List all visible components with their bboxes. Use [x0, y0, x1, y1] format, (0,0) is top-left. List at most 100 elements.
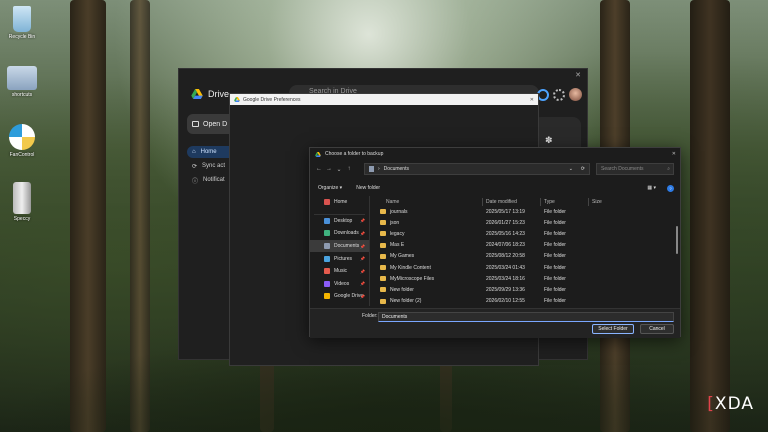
xda-bracket-icon: [	[707, 394, 715, 414]
nav-item-label: Music	[334, 268, 348, 275]
nav-item-pictures[interactable]: Pictures 📌	[310, 252, 369, 265]
close-icon[interactable]: ✕	[530, 97, 534, 103]
desktop-icon-speccy[interactable]: Speccy	[2, 182, 42, 222]
folder-open-icon	[192, 121, 199, 127]
nav-item-label: Home	[334, 199, 348, 206]
cancel-button[interactable]: Cancel	[640, 324, 674, 334]
pin-icon: 📌	[360, 243, 365, 249]
refresh-icon[interactable]: ⟳	[581, 166, 585, 172]
pictures-icon	[324, 255, 330, 262]
desktop-icon-label: Speccy	[13, 216, 31, 222]
home-icon: ⌂	[192, 149, 196, 155]
table-row[interactable]: legacy 2025/05/16 14:23 File folder	[372, 228, 674, 239]
file-type: File folder	[544, 242, 566, 249]
back-arrow-icon[interactable]: ←	[314, 166, 324, 172]
picker-toolbar: Organize ▾ New folder ▦ ▾ ?	[310, 182, 680, 194]
file-list: Name Date modified Type Size journals 20…	[372, 196, 674, 306]
nav-item-desktop[interactable]: Desktop 📌	[310, 215, 369, 228]
watermark-text: XDA	[714, 394, 754, 414]
sync-icon: ⟳	[192, 163, 198, 170]
desktop-icon-fancontrol[interactable]: FanControl	[2, 124, 42, 158]
nav-item-music[interactable]: Music 📌	[310, 265, 369, 278]
folder-icon	[380, 287, 386, 293]
file-name: Mas E	[390, 242, 405, 249]
folder-icon	[380, 265, 386, 271]
pin-icon: 📌	[360, 293, 365, 299]
scrollbar[interactable]	[676, 226, 678, 254]
sidebar-item-label: Notificat	[203, 177, 225, 183]
nav-item-downloads[interactable]: Downloads 📌	[310, 227, 369, 240]
organize-button[interactable]: Organize ▾	[318, 185, 342, 191]
file-name: journals	[390, 208, 408, 215]
sidebar-item-label: Home	[200, 149, 217, 155]
file-name: New folder (2)	[390, 298, 422, 305]
table-row[interactable]: journals 2025/05/17 13:19 File folder	[372, 206, 674, 217]
search-icon: ⌕	[667, 166, 670, 172]
pin-icon: 📌	[360, 256, 365, 262]
table-row[interactable]: New folder 2025/09/29 13:36 File folder	[372, 284, 674, 295]
file-date: 2026/01/27 15:23	[486, 219, 525, 226]
table-row[interactable]: My Games 2025/08/12 20:58 File folder	[372, 251, 674, 262]
preferences-title: Google Drive Preferences	[243, 96, 301, 103]
file-type: File folder	[544, 219, 566, 226]
illustration-icon: ✽	[545, 135, 553, 145]
desktop-icon-label: Recycle Bin	[8, 34, 36, 40]
up-arrow-icon[interactable]: ↑	[344, 166, 354, 172]
header-divider	[482, 198, 483, 206]
desktop-icon-shortcuts[interactable]: shortcuts	[2, 66, 42, 98]
google-drive-icon	[324, 293, 330, 300]
file-date: 2025/05/17 13:19	[486, 208, 525, 215]
gear-icon[interactable]	[553, 89, 565, 101]
breadcrumb: Documents	[383, 166, 409, 172]
file-name: My Games	[390, 253, 415, 260]
close-icon[interactable]: ✕	[672, 151, 676, 157]
search-input[interactable]: Search Documents ⌕	[596, 163, 674, 175]
google-drive-logo-icon	[315, 151, 321, 157]
table-row[interactable]: json 2026/01/27 15:23 File folder	[372, 217, 674, 228]
view-options-icon[interactable]: ▦ ▾	[647, 185, 656, 191]
folder-icon	[7, 66, 37, 90]
info-icon: ⓘ	[192, 178, 199, 185]
address-bar[interactable]: › Documents ⌄ ⟳	[364, 163, 590, 175]
table-row[interactable]: Mas E 2024/07/06 18:23 File folder	[372, 240, 674, 251]
select-folder-button[interactable]: Select Folder	[592, 324, 634, 334]
chevron-down-icon[interactable]: ⌄	[569, 166, 573, 172]
folder-field[interactable]: Documents	[378, 312, 674, 322]
file-date: 2025/08/12 20:58	[486, 253, 525, 260]
nav-item-google-drive[interactable]: Google Drive 📌	[310, 290, 369, 303]
nav-item-label: Downloads	[334, 230, 359, 237]
help-icon[interactable]: ?	[667, 184, 674, 192]
nav-item-label: Documents	[334, 243, 360, 250]
picker-title: Choose a folder to backup	[325, 151, 384, 157]
file-date: 2025/03/24 18:16	[486, 275, 525, 282]
xda-watermark: [XDA	[707, 394, 754, 414]
nav-item-home[interactable]: Home	[310, 196, 369, 209]
chevron-down-icon[interactable]: ⌄	[334, 166, 344, 173]
home-icon	[324, 199, 330, 206]
file-name: New folder	[390, 286, 414, 293]
pin-icon: 📌	[360, 281, 365, 287]
nav-item-label: Pictures	[334, 255, 353, 262]
nav-item-label: Desktop	[334, 217, 353, 224]
desktop-icon-recycle-bin[interactable]: Recycle Bin	[2, 6, 42, 40]
close-icon[interactable]: ✕	[575, 71, 581, 79]
forward-arrow-icon[interactable]: →	[324, 166, 334, 172]
folder-icon	[380, 242, 386, 248]
file-type: File folder	[544, 286, 566, 293]
desktop-icon-label: shortcuts	[11, 92, 33, 98]
nav-item-documents[interactable]: Documents 📌	[310, 239, 369, 253]
avatar[interactable]	[569, 88, 582, 101]
folder-picker-dialog: Choose a folder to backup ✕ ← → ⌄ ↑ › Do…	[309, 147, 681, 338]
file-type: File folder	[544, 275, 566, 282]
google-drive-logo-icon	[191, 89, 203, 99]
picker-footer: Folder: Documents Select Folder Cancel	[310, 308, 680, 338]
nav-item-videos[interactable]: Videos 📌	[310, 278, 369, 291]
drive-brand: Drive	[191, 89, 229, 99]
desktop-icon-label: FanControl	[9, 152, 35, 158]
file-type: File folder	[544, 298, 566, 305]
table-row[interactable]: My Kindle Content 2025/03/24 01:43 File …	[372, 262, 674, 273]
table-row[interactable]: New folder (2) 2026/02/10 12:55 File fol…	[372, 296, 674, 307]
table-row[interactable]: MyMicroscope Files 2025/03/24 18:16 File…	[372, 273, 674, 284]
videos-icon	[324, 280, 330, 287]
new-folder-button[interactable]: New folder	[356, 185, 380, 191]
